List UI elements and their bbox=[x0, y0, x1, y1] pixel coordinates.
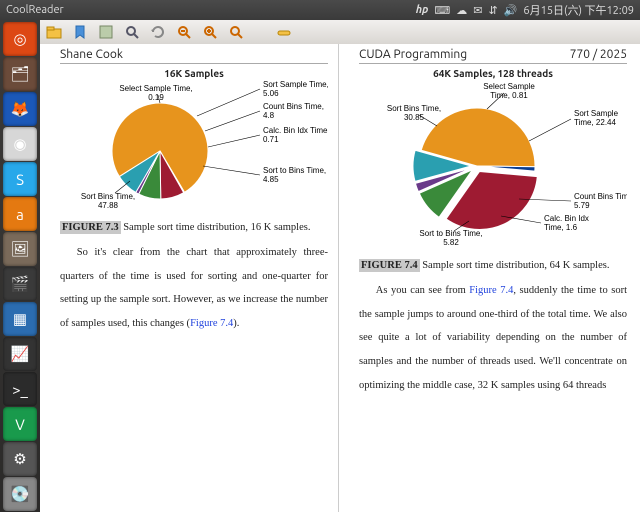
svg-text:Time, 22.44: Time, 22.44 bbox=[574, 118, 616, 127]
svg-text:Count Bins Time ,: Count Bins Time , bbox=[574, 192, 627, 201]
svg-text:47.88: 47.88 bbox=[98, 201, 119, 210]
left-page: Shane Cook 16K Samples Sort Bins Time,47… bbox=[40, 44, 338, 512]
figure-caption-7-3: FIGURE 7.3 Sample sort time distribution… bbox=[60, 217, 328, 239]
volume-icon[interactable]: 🔊 bbox=[504, 4, 518, 17]
svg-text:5.06: 5.06 bbox=[263, 89, 279, 98]
svg-text:5.82: 5.82 bbox=[443, 238, 459, 247]
launcher-monitor[interactable]: 📈 bbox=[3, 337, 37, 371]
launcher-vim[interactable]: V bbox=[3, 407, 37, 441]
svg-text:Count Bins Time,: Count Bins Time, bbox=[263, 102, 324, 111]
launcher-video[interactable]: 🎬 bbox=[3, 267, 37, 301]
find-icon[interactable] bbox=[124, 24, 140, 40]
launcher-terminal[interactable]: >_ bbox=[3, 372, 37, 406]
launcher-skype[interactable]: S bbox=[3, 162, 37, 196]
svg-text:Select Sample: Select Sample bbox=[483, 82, 535, 91]
svg-text:Calc. Bin Idx Time,: Calc. Bin Idx Time, bbox=[263, 126, 328, 135]
zoom-reset-icon[interactable] bbox=[228, 24, 244, 40]
launcher-amazon[interactable]: a bbox=[3, 197, 37, 231]
bookmark-icon[interactable] bbox=[72, 24, 88, 40]
right-page: CUDA Programming 770 / 2025 64K Samples,… bbox=[338, 44, 640, 512]
cloud-icon[interactable]: ☁ bbox=[456, 4, 467, 17]
settings-icon[interactable] bbox=[98, 24, 114, 40]
figure-caption-7-4: FIGURE 7.4 Sample sort time distribution… bbox=[359, 255, 627, 277]
rotate-icon[interactable] bbox=[150, 24, 166, 40]
svg-text:4.85: 4.85 bbox=[263, 175, 279, 184]
pie-chart-16k: Sort Bins Time,47.88Select Sample Time,0… bbox=[60, 81, 328, 211]
page-counter: 770 / 2025 bbox=[570, 48, 627, 61]
svg-text:0.71: 0.71 bbox=[263, 135, 279, 144]
svg-text:4.8: 4.8 bbox=[263, 111, 275, 120]
body-paragraph: As you can see from Figure 7.4, suddenly… bbox=[359, 279, 627, 397]
unity-launcher: ◎🗂🦊◉Sa🖼🎬▦📈>_V⚙💽 bbox=[0, 20, 40, 512]
launcher-gallery[interactable]: ▦ bbox=[3, 302, 37, 336]
open-icon[interactable] bbox=[46, 24, 62, 40]
chart-title-right: 64K Samples, 128 threads bbox=[359, 68, 627, 79]
zoom-out-icon[interactable] bbox=[176, 24, 192, 40]
keyboard-icon[interactable]: ⌨ bbox=[434, 4, 450, 17]
body-paragraph: So it's clear from the chart that approx… bbox=[60, 241, 328, 336]
svg-text:Calc. Bin Idx: Calc. Bin Idx bbox=[544, 214, 589, 223]
figure-link[interactable]: Figure 7.4 bbox=[190, 318, 233, 329]
svg-text:5.79: 5.79 bbox=[574, 201, 590, 210]
svg-text:Sort to Bins Time,: Sort to Bins Time, bbox=[419, 229, 482, 238]
launcher-files[interactable]: 🗂 bbox=[3, 57, 37, 91]
figure-number: FIGURE 7.3 bbox=[60, 221, 121, 234]
brand-logo: hp bbox=[416, 4, 429, 16]
launcher-settings[interactable]: ⚙ bbox=[3, 442, 37, 476]
help-icon[interactable] bbox=[276, 24, 292, 40]
svg-text:Sort Bins Time,: Sort Bins Time, bbox=[81, 192, 135, 201]
launcher-disk[interactable]: 💽 bbox=[3, 477, 37, 511]
right-page-header: CUDA Programming bbox=[359, 48, 467, 61]
left-page-header: Shane Cook bbox=[60, 48, 123, 61]
system-menubar: CoolReader hp ⌨ ☁ ✉ ⇵ 🔊 6月15日(六) 下午12:09 bbox=[0, 0, 640, 20]
figure-number: FIGURE 7.4 bbox=[359, 259, 420, 272]
mail-icon[interactable]: ✉ bbox=[473, 4, 482, 17]
svg-text:Sort Sample: Sort Sample bbox=[574, 109, 619, 118]
network-icon[interactable]: ⇵ bbox=[488, 4, 497, 17]
svg-text:Select Sample Time,: Select Sample Time, bbox=[119, 84, 192, 93]
launcher-chrome[interactable]: ◉ bbox=[3, 127, 37, 161]
figure-link[interactable]: Figure 7.4 bbox=[469, 285, 513, 296]
svg-text:Time, 0.81: Time, 0.81 bbox=[490, 91, 528, 100]
pie-chart-64k: Sort Bins Time,30.85 Select SampleTime, 0… bbox=[359, 81, 627, 249]
zoom-in-icon[interactable] bbox=[202, 24, 218, 40]
svg-text:Sort Sample Time,: Sort Sample Time, bbox=[263, 81, 328, 89]
launcher-photos[interactable]: 🖼 bbox=[3, 232, 37, 266]
app-title: CoolReader bbox=[6, 4, 64, 16]
app-toolbar bbox=[40, 20, 640, 45]
launcher-dash[interactable]: ◎ bbox=[3, 22, 37, 56]
reader-view[interactable]: Shane Cook 16K Samples Sort Bins Time,47… bbox=[40, 44, 640, 512]
svg-text:Sort to Bins Time,: Sort to Bins Time, bbox=[263, 166, 326, 175]
svg-text:Time, 1.6: Time, 1.6 bbox=[544, 223, 578, 232]
clock[interactable]: 6月15日(六) 下午12:09 bbox=[523, 2, 634, 18]
svg-text:Sort Bins Time,: Sort Bins Time, bbox=[387, 104, 441, 113]
launcher-firefox[interactable]: 🦊 bbox=[3, 92, 37, 126]
svg-text:30.85: 30.85 bbox=[404, 113, 425, 122]
chart-title-left: 16K Samples bbox=[60, 68, 328, 79]
svg-text:0.19: 0.19 bbox=[148, 93, 164, 102]
